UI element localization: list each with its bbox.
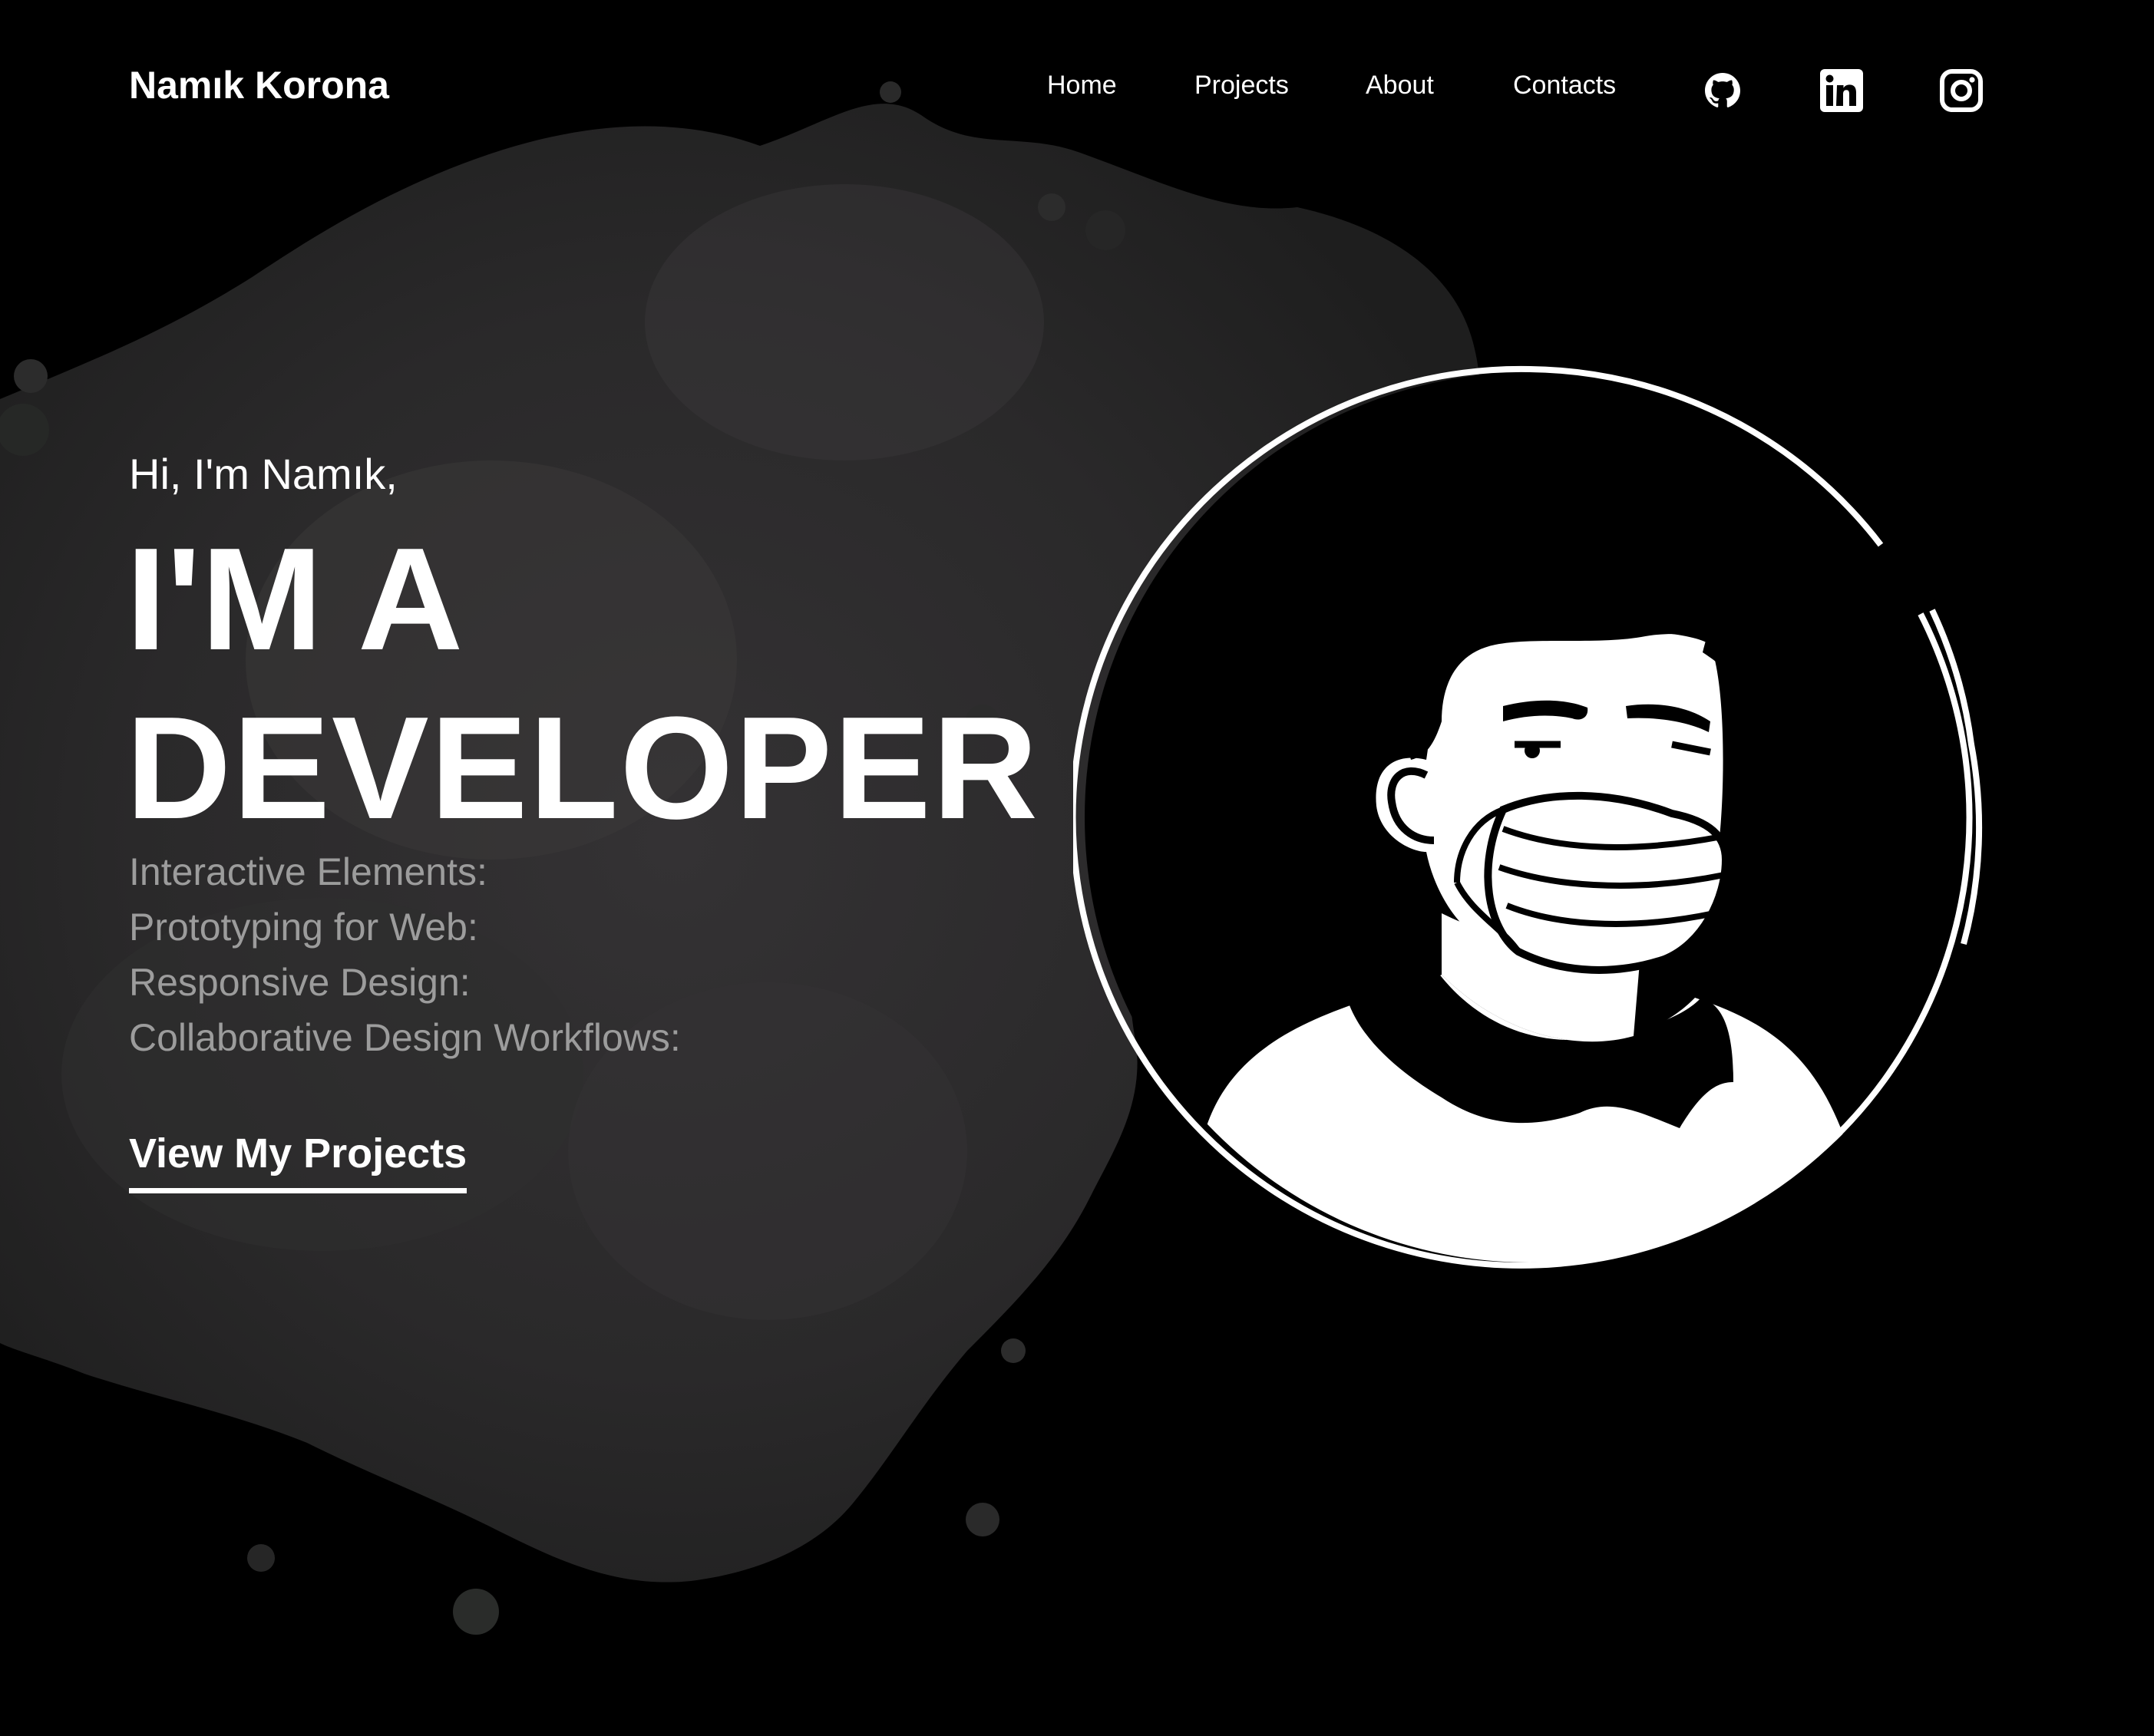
hero-greeting: Hi, I'm Namık, [129,450,398,498]
linkedin-link[interactable] [1817,66,1866,115]
site-logo[interactable]: Namık Korona [129,63,389,107]
skill-item: Interactive Elements: [129,850,487,893]
hero-headline-line-1: I'M A [126,518,464,681]
view-projects-button[interactable]: View My Projects [129,1130,467,1193]
instagram-link[interactable] [1937,66,1986,115]
linkedin-icon [1820,69,1863,112]
github-icon [1705,73,1740,107]
portfolio-page: Namık Korona Home Projects About Contact… [0,0,2154,1736]
github-link[interactable] [1698,66,1747,115]
avatar-illustration [1073,365,1983,1269]
nav-link-projects[interactable]: Projects [1194,71,1289,101]
nav-link-contacts[interactable]: Contacts [1513,71,1616,101]
nav-link-about[interactable]: About [1366,71,1434,101]
hero-headline-line-2: DEVELOPER [126,687,1039,850]
nav-link-home[interactable]: Home [1047,71,1117,101]
skill-item: Prototyping for Web: [129,906,478,949]
skills-list: Interactive Elements: Prototyping for We… [129,847,681,1068]
instagram-icon [1940,69,1983,112]
skill-item: Responsive Design: [129,961,471,1004]
skill-item: Collaborative Design Workflows: [129,1016,681,1059]
site-header: Namık Korona Home Projects About Contact… [0,0,2154,181]
